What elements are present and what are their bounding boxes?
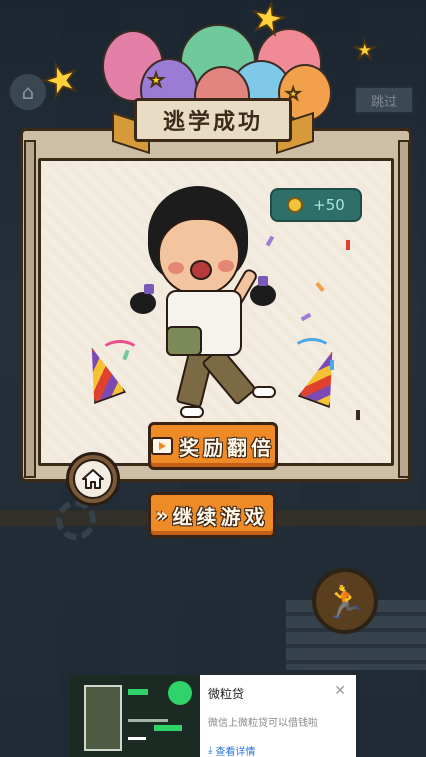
download-arrow-icon: ⤓ [208,745,213,756]
double-chevron-right-icon: » [155,503,169,527]
streamer [292,338,332,364]
confetti [330,360,334,370]
close-icon[interactable]: ✕ [334,683,346,699]
double-reward-label: 奖励翻倍 [179,435,275,460]
confetti [356,410,360,420]
ad-description: 微信上微粒贷可以借钱啦 [208,718,318,729]
star-icon: ★ [147,69,165,92]
background-skip-button: 跳过 [354,86,414,114]
ad-thumbnail-bar [154,725,182,731]
hair-tie [258,276,268,286]
panel-post-left [24,140,36,478]
continue-game-button[interactable]: » 继续游戏 [148,492,276,538]
ad-body: 微粒贷 微信上微粒贷可以借钱啦 ⤓ 查看详情 ✕ [200,675,356,757]
pigtail [130,292,156,314]
ad-app-badge-icon [168,681,192,705]
video-icon [151,437,173,455]
background-gear-icon [56,500,96,540]
confetti [346,240,350,250]
double-reward-button[interactable]: 奖励翻倍 [148,422,278,470]
cheek [218,260,234,272]
ad-title: 微粒贷 [208,687,245,701]
ad-details-link[interactable]: ⤓ 查看详情 [208,743,348,757]
shoe [180,406,204,418]
character-bag [166,326,202,356]
background-runner-icon: 🏃 [312,568,378,634]
ad-thumbnail[interactable] [70,675,200,757]
reward-amount: +50 [313,196,345,214]
continue-game-label: 继续游戏 [172,504,269,529]
shoe [252,386,276,398]
character-face [158,218,240,296]
panel-post-right [398,140,410,478]
ad-link-label: 查看详情 [215,747,256,757]
streamer [100,340,140,366]
ad-banner[interactable]: 微粒贷 微信上微粒贷可以借钱啦 ⤓ 查看详情 ✕ [70,675,356,757]
ad-thumbnail-bar [128,689,148,695]
student-character [130,180,300,420]
pigtail [250,284,276,306]
title-banner: 逃学成功 [134,98,292,142]
ad-thumbnail-bar [128,737,146,740]
home-button[interactable] [66,452,120,506]
ad-thumbnail-photo [84,685,122,751]
dialog-title: 逃学成功 [162,109,263,135]
cheek [168,262,184,274]
home-icon [73,459,113,499]
ad-thumbnail-bar [128,719,168,722]
hair-tie [144,284,154,294]
star-icon: ★ [353,35,376,65]
mouth [190,260,212,280]
